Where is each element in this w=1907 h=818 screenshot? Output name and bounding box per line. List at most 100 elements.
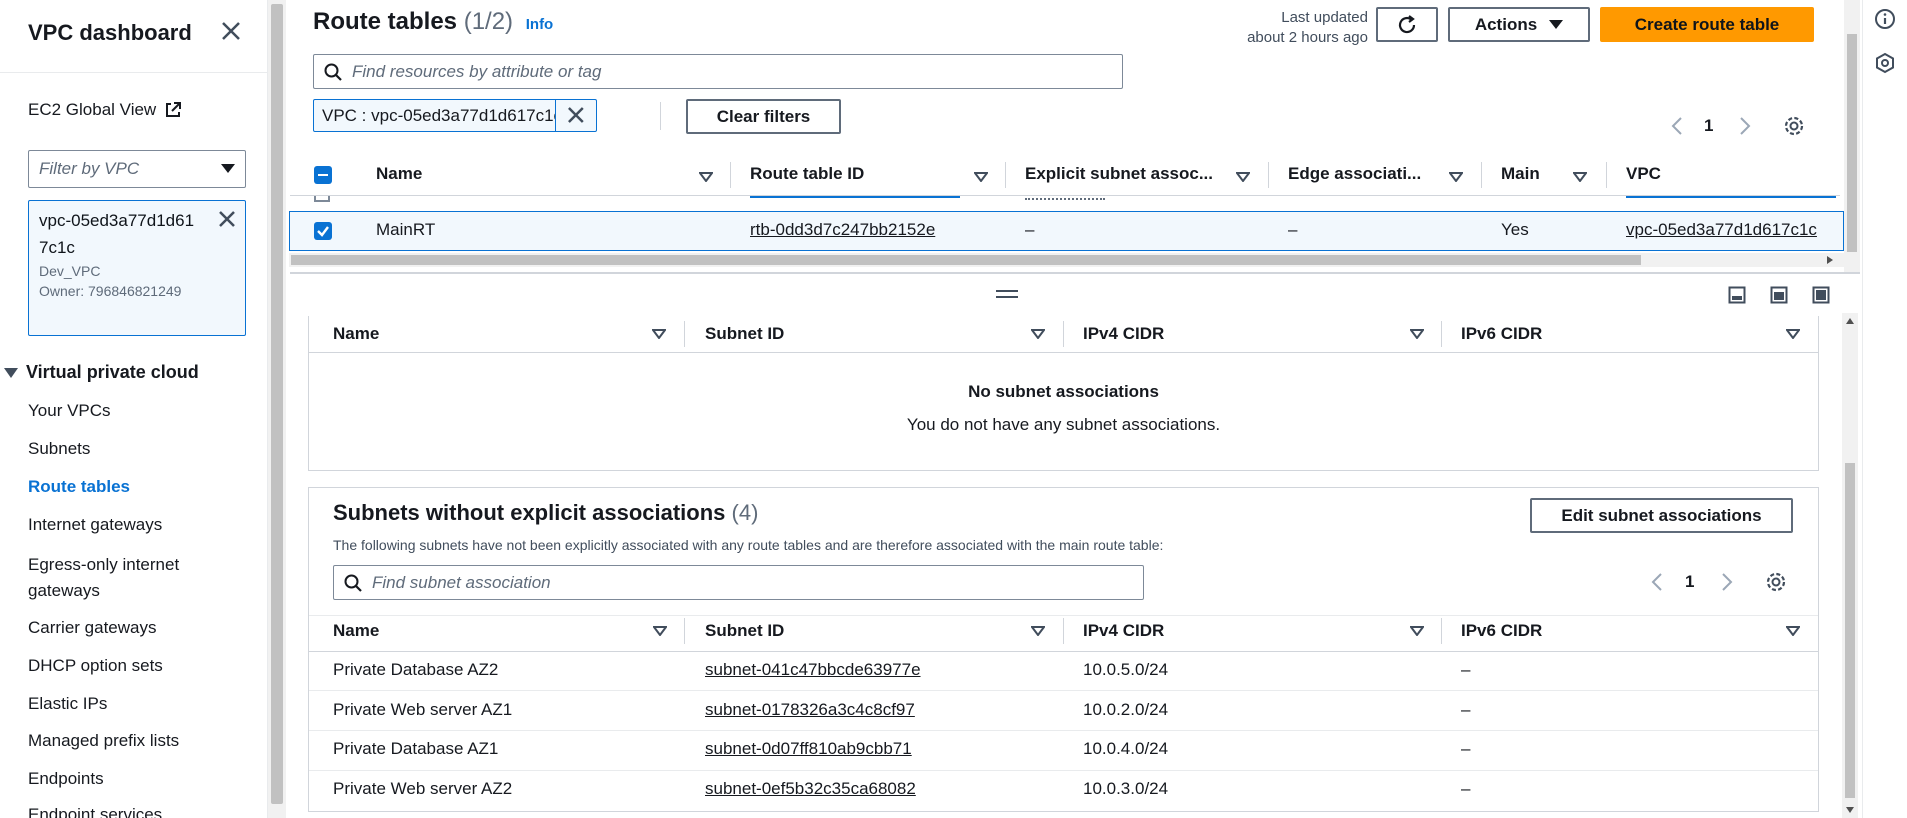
nav-section-vpc[interactable]: Virtual private cloud xyxy=(4,362,199,383)
sort-caret-icon[interactable] xyxy=(652,329,666,339)
sidebar-item-carrier-gateways[interactable]: Carrier gateways xyxy=(28,618,157,638)
subnet-id-link[interactable]: subnet-0ef5b32c35ca68082 xyxy=(705,779,916,799)
refresh-button[interactable] xyxy=(1376,7,1438,42)
split-bottom-icon[interactable] xyxy=(1728,286,1746,304)
sort-caret-icon[interactable] xyxy=(1410,626,1424,636)
settings-gear-icon[interactable] xyxy=(1782,114,1806,138)
panel-vertical-scrollbar[interactable] xyxy=(1842,313,1858,818)
column-header-name[interactable]: Name xyxy=(376,164,422,184)
route-table-search-input[interactable]: Find resources by attribute or tag xyxy=(313,54,1123,89)
without-column-ipv6[interactable]: IPv6 CIDR xyxy=(1461,621,1542,641)
close-icon[interactable] xyxy=(218,18,244,44)
without-header-bottom-line xyxy=(309,651,1818,652)
refresh-icon xyxy=(1398,14,1416,33)
search-placeholder: Find resources by attribute or tag xyxy=(352,61,602,81)
subnet-current-page[interactable]: 1 xyxy=(1685,572,1694,592)
sort-caret-icon[interactable] xyxy=(1786,329,1800,339)
split-full-icon[interactable] xyxy=(1812,286,1830,304)
column-header-explicit[interactable]: Explicit subnet assoc... xyxy=(1025,164,1213,184)
subnet-id-link[interactable]: subnet-0d07ff810ab9cbb71 xyxy=(705,739,912,759)
scroll-down-icon[interactable] xyxy=(1845,805,1855,815)
column-separator xyxy=(1606,162,1607,188)
sort-caret-icon[interactable] xyxy=(1449,172,1463,182)
row-checkbox-checked[interactable] xyxy=(314,222,332,240)
create-route-table-button[interactable]: Create route table xyxy=(1600,7,1814,42)
selected-vpc-token: vpc-05ed3a77d1d617c1c Dev_VPC Owner: 796… xyxy=(28,200,246,336)
sidebar-item-route-tables[interactable]: Route tables xyxy=(28,477,130,497)
without-column-subnet-id[interactable]: Subnet ID xyxy=(705,621,784,641)
vpc-filter-select[interactable]: Filter by VPC xyxy=(28,150,246,188)
subnet-id-link[interactable]: subnet-0178326a3c4c8cf97 xyxy=(705,700,915,720)
route-table-id-link[interactable]: rtb-0dd3d7c247bb2152e xyxy=(750,220,935,240)
explicit-column-ipv4[interactable]: IPv4 CIDR xyxy=(1083,324,1164,344)
select-all-checkbox[interactable] xyxy=(314,166,332,184)
column-header-route-table-id[interactable]: Route table ID xyxy=(750,164,864,184)
table-horizontal-scrollbar[interactable] xyxy=(289,253,1844,267)
drag-handle-line[interactable] xyxy=(996,290,1018,292)
horizontal-scrollbar-thumb[interactable] xyxy=(291,255,1641,265)
explicit-column-name[interactable]: Name xyxy=(333,324,379,344)
sidebar-item-endpoint-services[interactable]: Endpoint services xyxy=(28,805,162,818)
explicit-column-subnet-id[interactable]: Subnet ID xyxy=(705,324,784,344)
subnet-association-search-input[interactable]: Find subnet association xyxy=(333,565,1144,600)
sort-caret-icon[interactable] xyxy=(974,172,988,182)
sort-caret-icon[interactable] xyxy=(1031,626,1045,636)
selected-vpc-name: Dev_VPC xyxy=(39,263,101,279)
panel-scrollbar-thumb[interactable] xyxy=(1845,463,1855,798)
caret-down-icon xyxy=(1549,19,1564,29)
actions-button[interactable]: Actions xyxy=(1448,7,1590,42)
table-vertical-scrollbar-thumb[interactable] xyxy=(1847,34,1857,252)
sidebar-item-elastic-ips[interactable]: Elastic IPs xyxy=(28,694,107,714)
vpc-id-link[interactable]: vpc-05ed3a77d1d617c1c xyxy=(1626,220,1840,240)
ec2-global-view-link[interactable]: EC2 Global View xyxy=(28,100,182,120)
sort-caret-icon[interactable] xyxy=(1410,329,1424,339)
without-column-name[interactable]: Name xyxy=(333,621,379,641)
edit-subnet-associations-button[interactable]: Edit subnet associations xyxy=(1530,498,1793,533)
subnet-id-link[interactable]: subnet-041c47bbcde63977e xyxy=(705,660,921,680)
table-row-selected[interactable] xyxy=(289,211,1844,251)
sidebar-item-internet-gateways[interactable]: Internet gateways xyxy=(28,515,162,535)
without-panel-description: The following subnets have not been expl… xyxy=(333,537,1164,553)
sidebar-divider xyxy=(0,72,267,73)
next-page-icon[interactable] xyxy=(1720,572,1734,592)
sidebar-item-your-vpcs[interactable]: Your VPCs xyxy=(28,401,111,421)
drag-handle-line[interactable] xyxy=(996,296,1018,298)
sort-caret-icon[interactable] xyxy=(1236,172,1250,182)
sort-caret-icon[interactable] xyxy=(699,172,713,182)
sort-caret-icon[interactable] xyxy=(1031,329,1045,339)
sidebar-item-managed-prefix-lists[interactable]: Managed prefix lists xyxy=(28,731,179,751)
without-column-ipv4[interactable]: IPv4 CIDR xyxy=(1083,621,1164,641)
explicit-column-ipv6[interactable]: IPv6 CIDR xyxy=(1461,324,1542,344)
subnet-row-ipv4: 10.0.2.0/24 xyxy=(1083,700,1169,719)
scroll-right-icon[interactable] xyxy=(1825,255,1835,265)
column-header-edge[interactable]: Edge associati... xyxy=(1288,164,1421,184)
sidebar-scrollbar[interactable] xyxy=(268,0,286,818)
sort-caret-icon[interactable] xyxy=(1573,172,1587,182)
sidebar-scrollbar-thumb[interactable] xyxy=(271,4,283,804)
sort-caret-icon[interactable] xyxy=(1786,626,1800,636)
sidebar-item-dhcp-option-sets[interactable]: DHCP option sets xyxy=(28,656,163,676)
sidebar-item-egress-only-gateways[interactable]: Egress-only internet gateways xyxy=(28,552,228,604)
subnet-row-name: Private Database AZ2 xyxy=(333,660,499,679)
settings-gear-icon[interactable] xyxy=(1764,570,1788,594)
column-header-vpc[interactable]: VPC xyxy=(1626,164,1661,184)
column-header-main[interactable]: Main xyxy=(1501,164,1540,184)
remove-filter-icon[interactable] xyxy=(556,100,596,131)
current-page[interactable]: 1 xyxy=(1704,116,1713,136)
scroll-up-icon[interactable] xyxy=(1845,316,1855,326)
previous-page-icon[interactable] xyxy=(1650,572,1664,592)
split-half-icon[interactable] xyxy=(1770,286,1788,304)
row-checkbox-hidden[interactable] xyxy=(314,196,330,202)
table-vertical-scrollbar[interactable] xyxy=(1844,0,1860,272)
remove-vpc-icon[interactable] xyxy=(217,209,237,229)
previous-page-icon[interactable] xyxy=(1670,116,1684,136)
next-page-icon[interactable] xyxy=(1738,116,1752,136)
sidebar-item-endpoints[interactable]: Endpoints xyxy=(28,769,104,789)
info-link[interactable]: Info xyxy=(526,16,554,33)
external-link-icon xyxy=(166,102,182,117)
sidebar-item-subnets[interactable]: Subnets xyxy=(28,439,90,459)
help-panel-hexagon-icon[interactable] xyxy=(1874,52,1896,74)
clear-filters-button[interactable]: Clear filters xyxy=(686,99,841,134)
sort-caret-icon[interactable] xyxy=(653,626,667,636)
info-icon[interactable] xyxy=(1874,8,1896,30)
